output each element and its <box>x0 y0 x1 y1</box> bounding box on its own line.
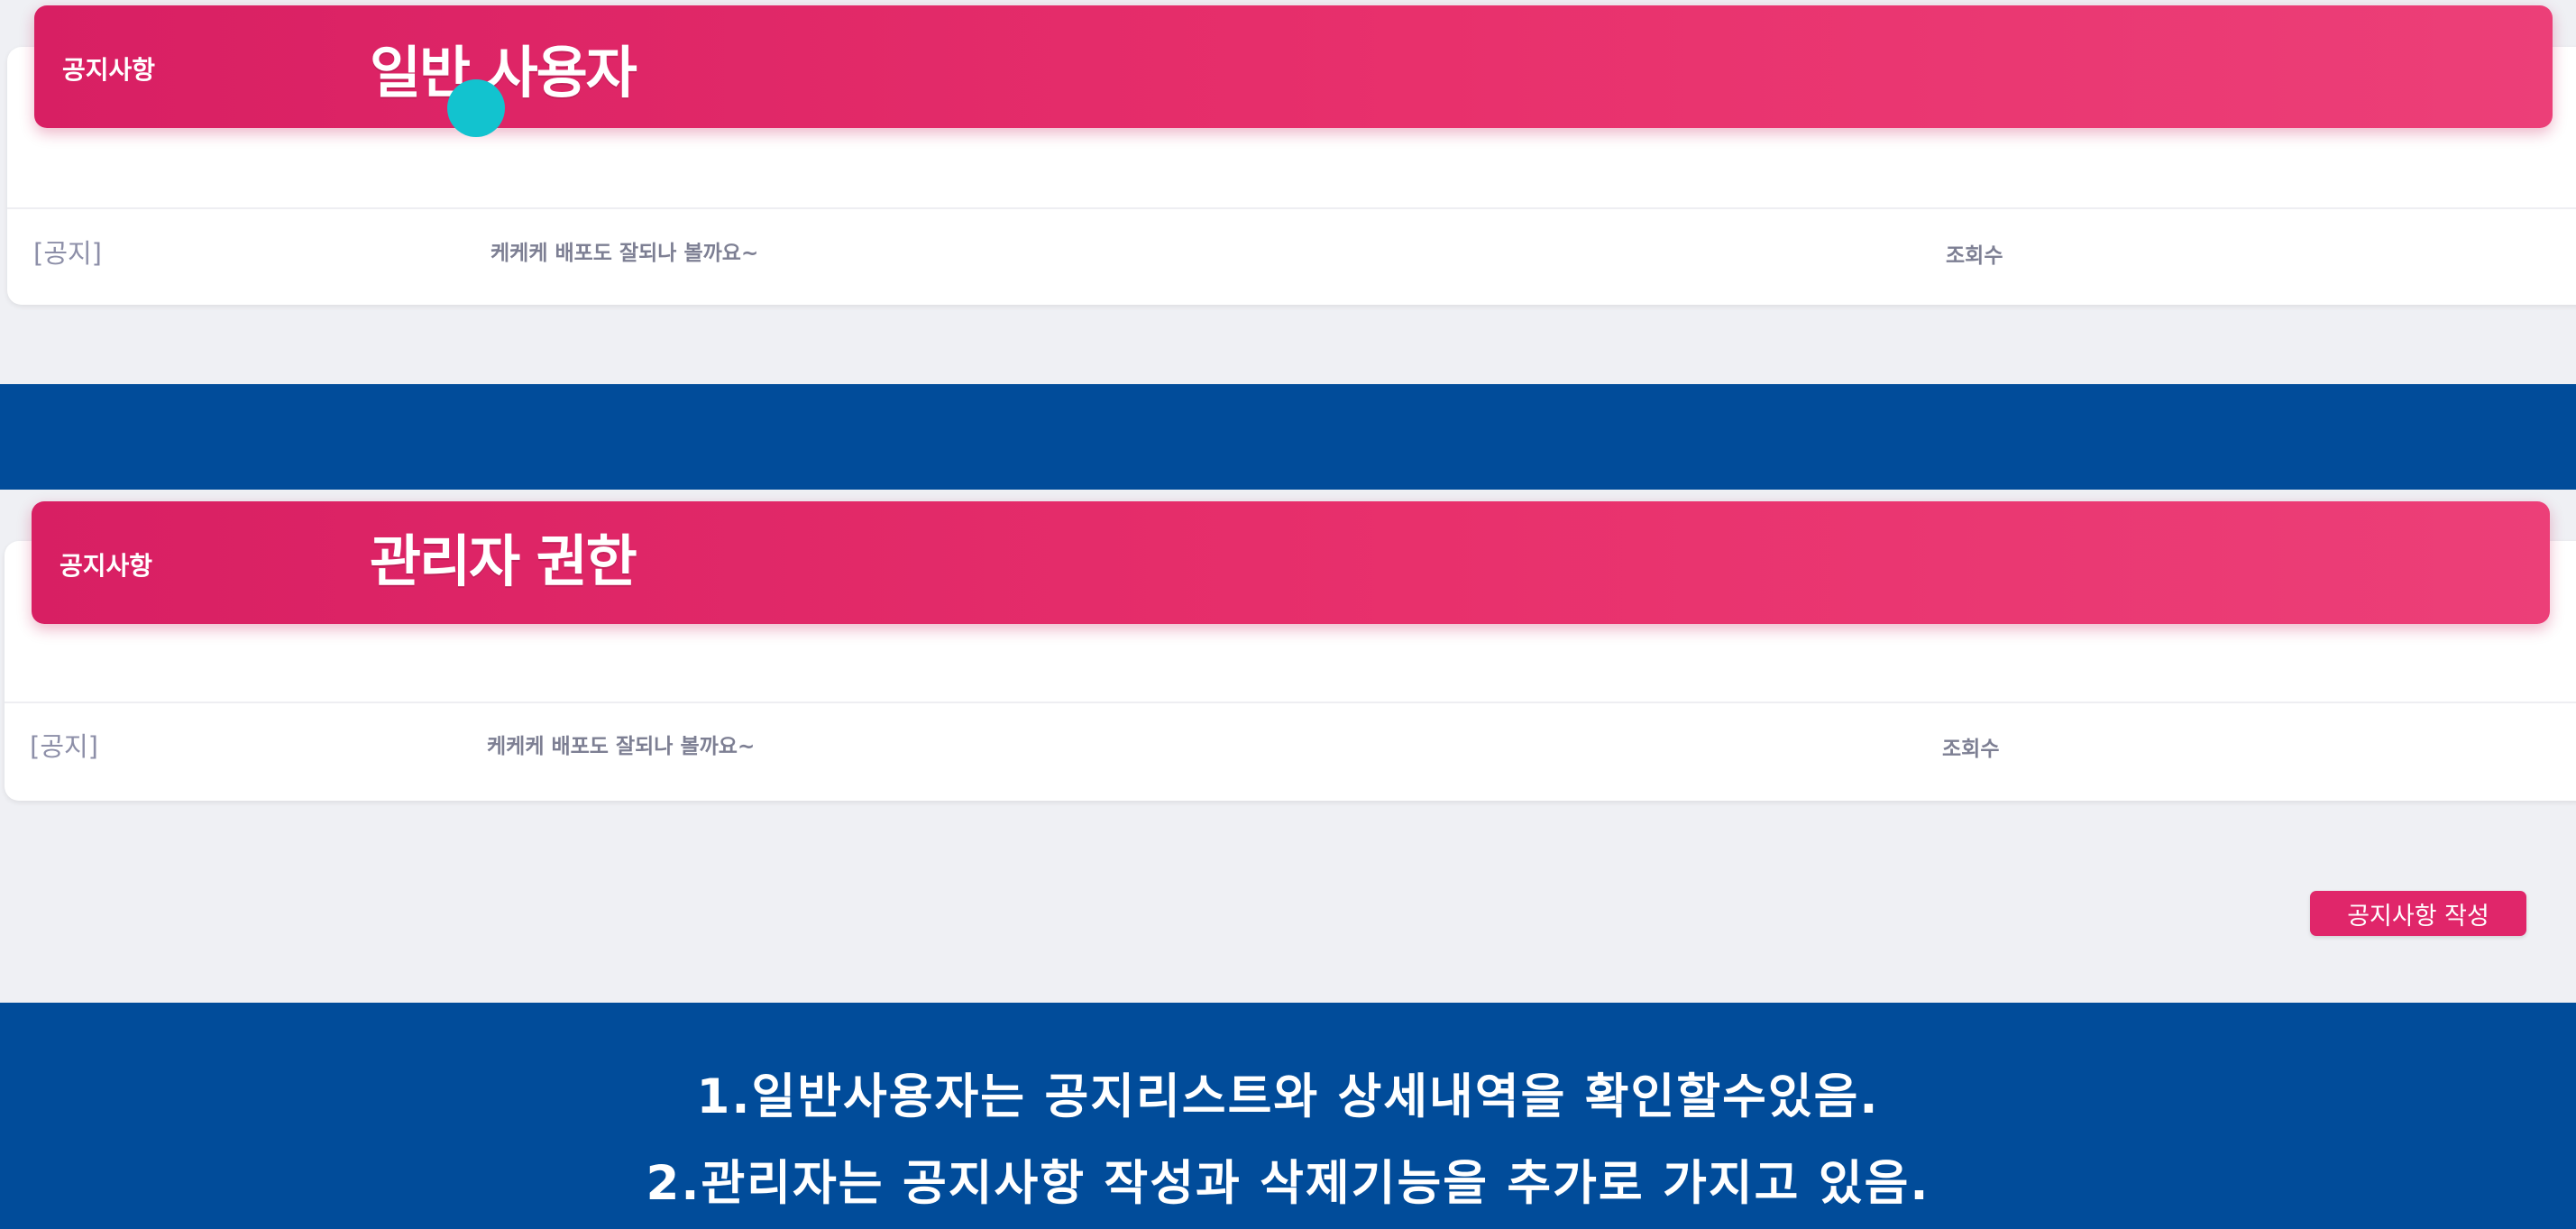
note-line-1: 1.일반사용자는 공지리스트와 상세내역을 확인할수있음. <box>696 1069 1880 1124</box>
header-title: 공지사항 <box>62 55 156 85</box>
notice-row-views-label: 조회수 <box>1946 244 2003 268</box>
card-divider <box>5 702 2576 703</box>
admin-role-label: 관리자 권한 <box>370 528 637 594</box>
notice-row-tag: [공지] <box>33 238 102 269</box>
notice-row-tag: [공지] <box>30 731 98 762</box>
cursor-indicator <box>447 79 505 137</box>
section-separator-band <box>0 384 2576 490</box>
card-divider <box>7 207 2576 209</box>
notice-row-title[interactable]: 케케케 배포도 잘되나 볼까요~ <box>487 729 755 759</box>
header-title: 공지사항 <box>60 551 153 581</box>
write-notice-button[interactable]: 공지사항 작성 <box>2310 891 2526 936</box>
note-line-2: 2.관리자는 공지사항 작성과 삭제기능을 추가로 가지고 있음. <box>646 1156 1930 1211</box>
notice-row-views-label: 조회수 <box>1942 738 2000 761</box>
notes-band: 1.일반사용자는 공지리스트와 상세내역을 확인할수있음. 2.관리자는 공지사… <box>0 1003 2576 1229</box>
notice-row-title[interactable]: 케케케 배포도 잘되나 볼까요~ <box>490 235 758 266</box>
